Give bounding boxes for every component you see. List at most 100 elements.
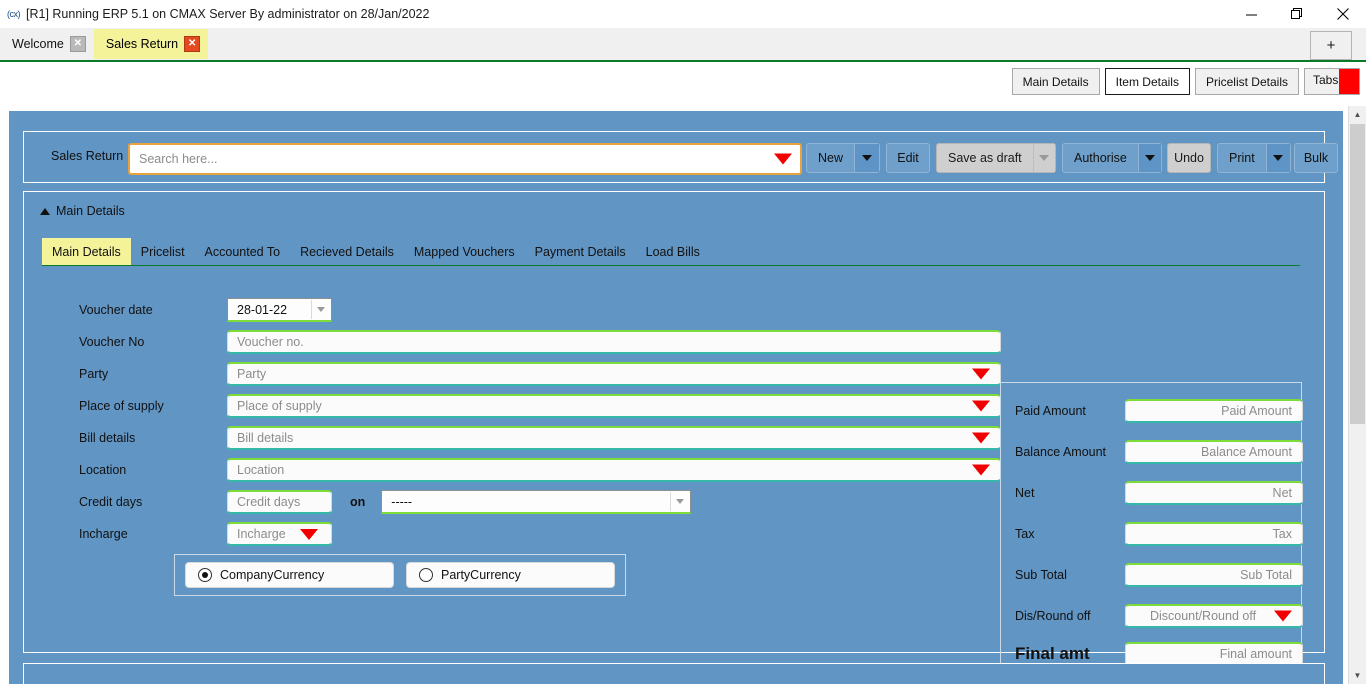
summary-row-balance-amount: Balance Amount Balance Amount <box>1015 440 1303 464</box>
discount-round-off-select[interactable]: Discount/Round off <box>1125 604 1303 628</box>
place-of-supply-input[interactable]: Place of supply <box>227 394 1001 418</box>
page-body: Sales Return Search here... New Edit Sav… <box>0 106 1366 684</box>
window-controls <box>1228 0 1366 28</box>
app-logo-icon: (cx) <box>7 9 21 19</box>
authorise-dropdown-icon[interactable] <box>1137 144 1161 172</box>
main-details-section-header[interactable]: Main Details <box>40 204 125 218</box>
new-button[interactable]: New <box>806 143 880 173</box>
summary-row-sub-total: Sub Total Sub Total <box>1015 563 1303 587</box>
subtab-mapped-vouchers[interactable]: Mapped Vouchers <box>404 238 525 265</box>
save-as-draft-dropdown-icon[interactable] <box>1032 144 1055 172</box>
radio-unselected-icon <box>419 568 433 582</box>
incharge-input[interactable]: Incharge <box>227 522 332 546</box>
subtab-load-bills[interactable]: Load Bills <box>636 238 710 265</box>
subtab-pricelist[interactable]: Pricelist <box>131 238 195 265</box>
scrollbar-thumb[interactable] <box>1350 124 1365 424</box>
section-header-label: Main Details <box>56 204 125 218</box>
radio-party-currency[interactable]: PartyCurrency <box>406 562 615 588</box>
close-tab-icon[interactable]: ✕ <box>69 36 86 52</box>
close-tab-icon[interactable]: ✕ <box>184 36 201 52</box>
form-canvas: Sales Return Search here... New Edit Sav… <box>8 110 1344 684</box>
bill-details-dropdown-icon[interactable] <box>972 432 990 444</box>
party-input[interactable]: Party <box>227 362 1001 386</box>
credit-on-dropdown-icon[interactable] <box>670 492 689 511</box>
tab-pricelist-details[interactable]: Pricelist Details <box>1194 68 1299 95</box>
field-row-place-of-supply: Place of supply Place of supply <box>79 394 1001 418</box>
restore-icon[interactable] <box>1274 0 1320 28</box>
voucher-no-input[interactable]: Voucher no. <box>227 330 1001 354</box>
currency-radio-group: CompanyCurrency PartyCurrency <box>174 554 626 596</box>
credit-on-value: ----- <box>391 494 413 509</box>
credit-days-label: Credit days <box>79 495 143 509</box>
vertical-scrollbar[interactable]: ▲ ▼ <box>1348 106 1366 684</box>
balance-amount-input[interactable]: Balance Amount <box>1125 440 1303 464</box>
new-tab-button[interactable]: + <box>1310 31 1352 60</box>
radio-company-currency[interactable]: CompanyCurrency <box>185 562 394 588</box>
field-row-location: Location Location <box>79 458 1001 482</box>
subtab-payment-details[interactable]: Payment Details <box>525 238 636 265</box>
tab-main-details[interactable]: Main Details <box>1011 68 1100 95</box>
voucher-date-input[interactable]: 28-01-22 <box>227 298 332 322</box>
new-button-label: New <box>818 151 844 165</box>
close-icon[interactable] <box>1320 0 1366 28</box>
location-placeholder: Location <box>237 463 285 477</box>
field-row-credit-days: Credit days Credit days on ----- <box>79 490 692 514</box>
module-label: Sales Return <box>51 149 124 163</box>
document-tab-label: Welcome <box>12 37 64 51</box>
subtab-recieved-details[interactable]: Recieved Details <box>290 238 404 265</box>
party-label: Party <box>79 367 109 381</box>
field-row-bill-details: Bill details Bill details <box>79 426 1001 450</box>
authorise-button[interactable]: Authorise <box>1062 143 1162 173</box>
sub-total-input[interactable]: Sub Total <box>1125 563 1303 587</box>
location-input[interactable]: Location <box>227 458 1001 482</box>
incharge-dropdown-icon[interactable] <box>299 528 318 540</box>
balance-amount-placeholder: Balance Amount <box>1200 445 1292 459</box>
net-label: Net <box>1015 486 1035 500</box>
calendar-dropdown-icon[interactable] <box>311 300 329 319</box>
incharge-label: Incharge <box>79 527 128 541</box>
search-input[interactable]: Search here... <box>128 143 802 175</box>
document-tab-welcome[interactable]: Welcome ✕ <box>0 29 94 59</box>
print-dropdown-icon[interactable] <box>1265 144 1290 172</box>
window-title: [R1] Running ERP 5.1 on CMAX Server By a… <box>26 7 430 21</box>
tab-item-details[interactable]: Item Details <box>1104 68 1190 95</box>
chevron-down-icon[interactable] <box>774 153 792 165</box>
new-dropdown-icon[interactable] <box>854 144 879 172</box>
paid-amount-label: Paid Amount <box>1015 404 1086 418</box>
edit-button[interactable]: Edit <box>886 143 930 173</box>
voucher-no-label: Voucher No <box>79 335 145 349</box>
paid-amount-input[interactable]: Paid Amount <box>1125 399 1303 423</box>
tax-input[interactable]: Tax <box>1125 522 1303 546</box>
authorise-button-label: Authorise <box>1074 151 1127 165</box>
bill-details-input[interactable]: Bill details <box>227 426 1001 450</box>
tab-tabs-label: Tabs <box>1313 73 1339 87</box>
voucher-no-placeholder: Voucher no. <box>237 335 304 349</box>
print-button[interactable]: Print <box>1217 143 1291 173</box>
net-placeholder: Net <box>1272 486 1292 500</box>
discount-round-off-dropdown-icon[interactable] <box>1274 610 1292 622</box>
voucher-date-value: 28-01-22 <box>237 302 288 317</box>
scroll-up-icon[interactable]: ▲ <box>1349 106 1366 123</box>
collapse-triangle-icon <box>40 207 50 215</box>
subtab-main-details[interactable]: Main Details <box>42 238 131 265</box>
undo-button[interactable]: Undo <box>1167 143 1211 173</box>
erp-application-window: (cx) [R1] Running ERP 5.1 on CMAX Server… <box>0 0 1366 684</box>
document-tab-sales-return[interactable]: Sales Return ✕ <box>93 29 209 59</box>
tab-tabs-button[interactable]: Tabs <box>1304 68 1360 95</box>
save-as-draft-button[interactable]: Save as draft <box>936 143 1056 173</box>
subtab-accounted-to[interactable]: Accounted To <box>195 238 291 265</box>
summary-row-net: Net Net <box>1015 481 1303 505</box>
field-row-voucher-no: Voucher No Voucher no. <box>79 330 1001 354</box>
bulk-button[interactable]: Bulk <box>1294 143 1338 173</box>
location-dropdown-icon[interactable] <box>972 464 990 476</box>
credit-on-select[interactable]: ----- <box>381 490 692 514</box>
place-of-supply-dropdown-icon[interactable] <box>972 400 990 412</box>
summary-row-tax: Tax Tax <box>1015 522 1303 546</box>
scroll-down-icon[interactable]: ▼ <box>1349 667 1366 684</box>
party-dropdown-icon[interactable] <box>972 368 990 380</box>
minimize-icon[interactable] <box>1228 0 1274 28</box>
field-row-party: Party Party <box>79 362 1001 386</box>
net-input[interactable]: Net <box>1125 481 1303 505</box>
credit-days-input[interactable]: Credit days <box>227 490 332 514</box>
summary-row-paid-amount: Paid Amount Paid Amount <box>1015 399 1303 423</box>
